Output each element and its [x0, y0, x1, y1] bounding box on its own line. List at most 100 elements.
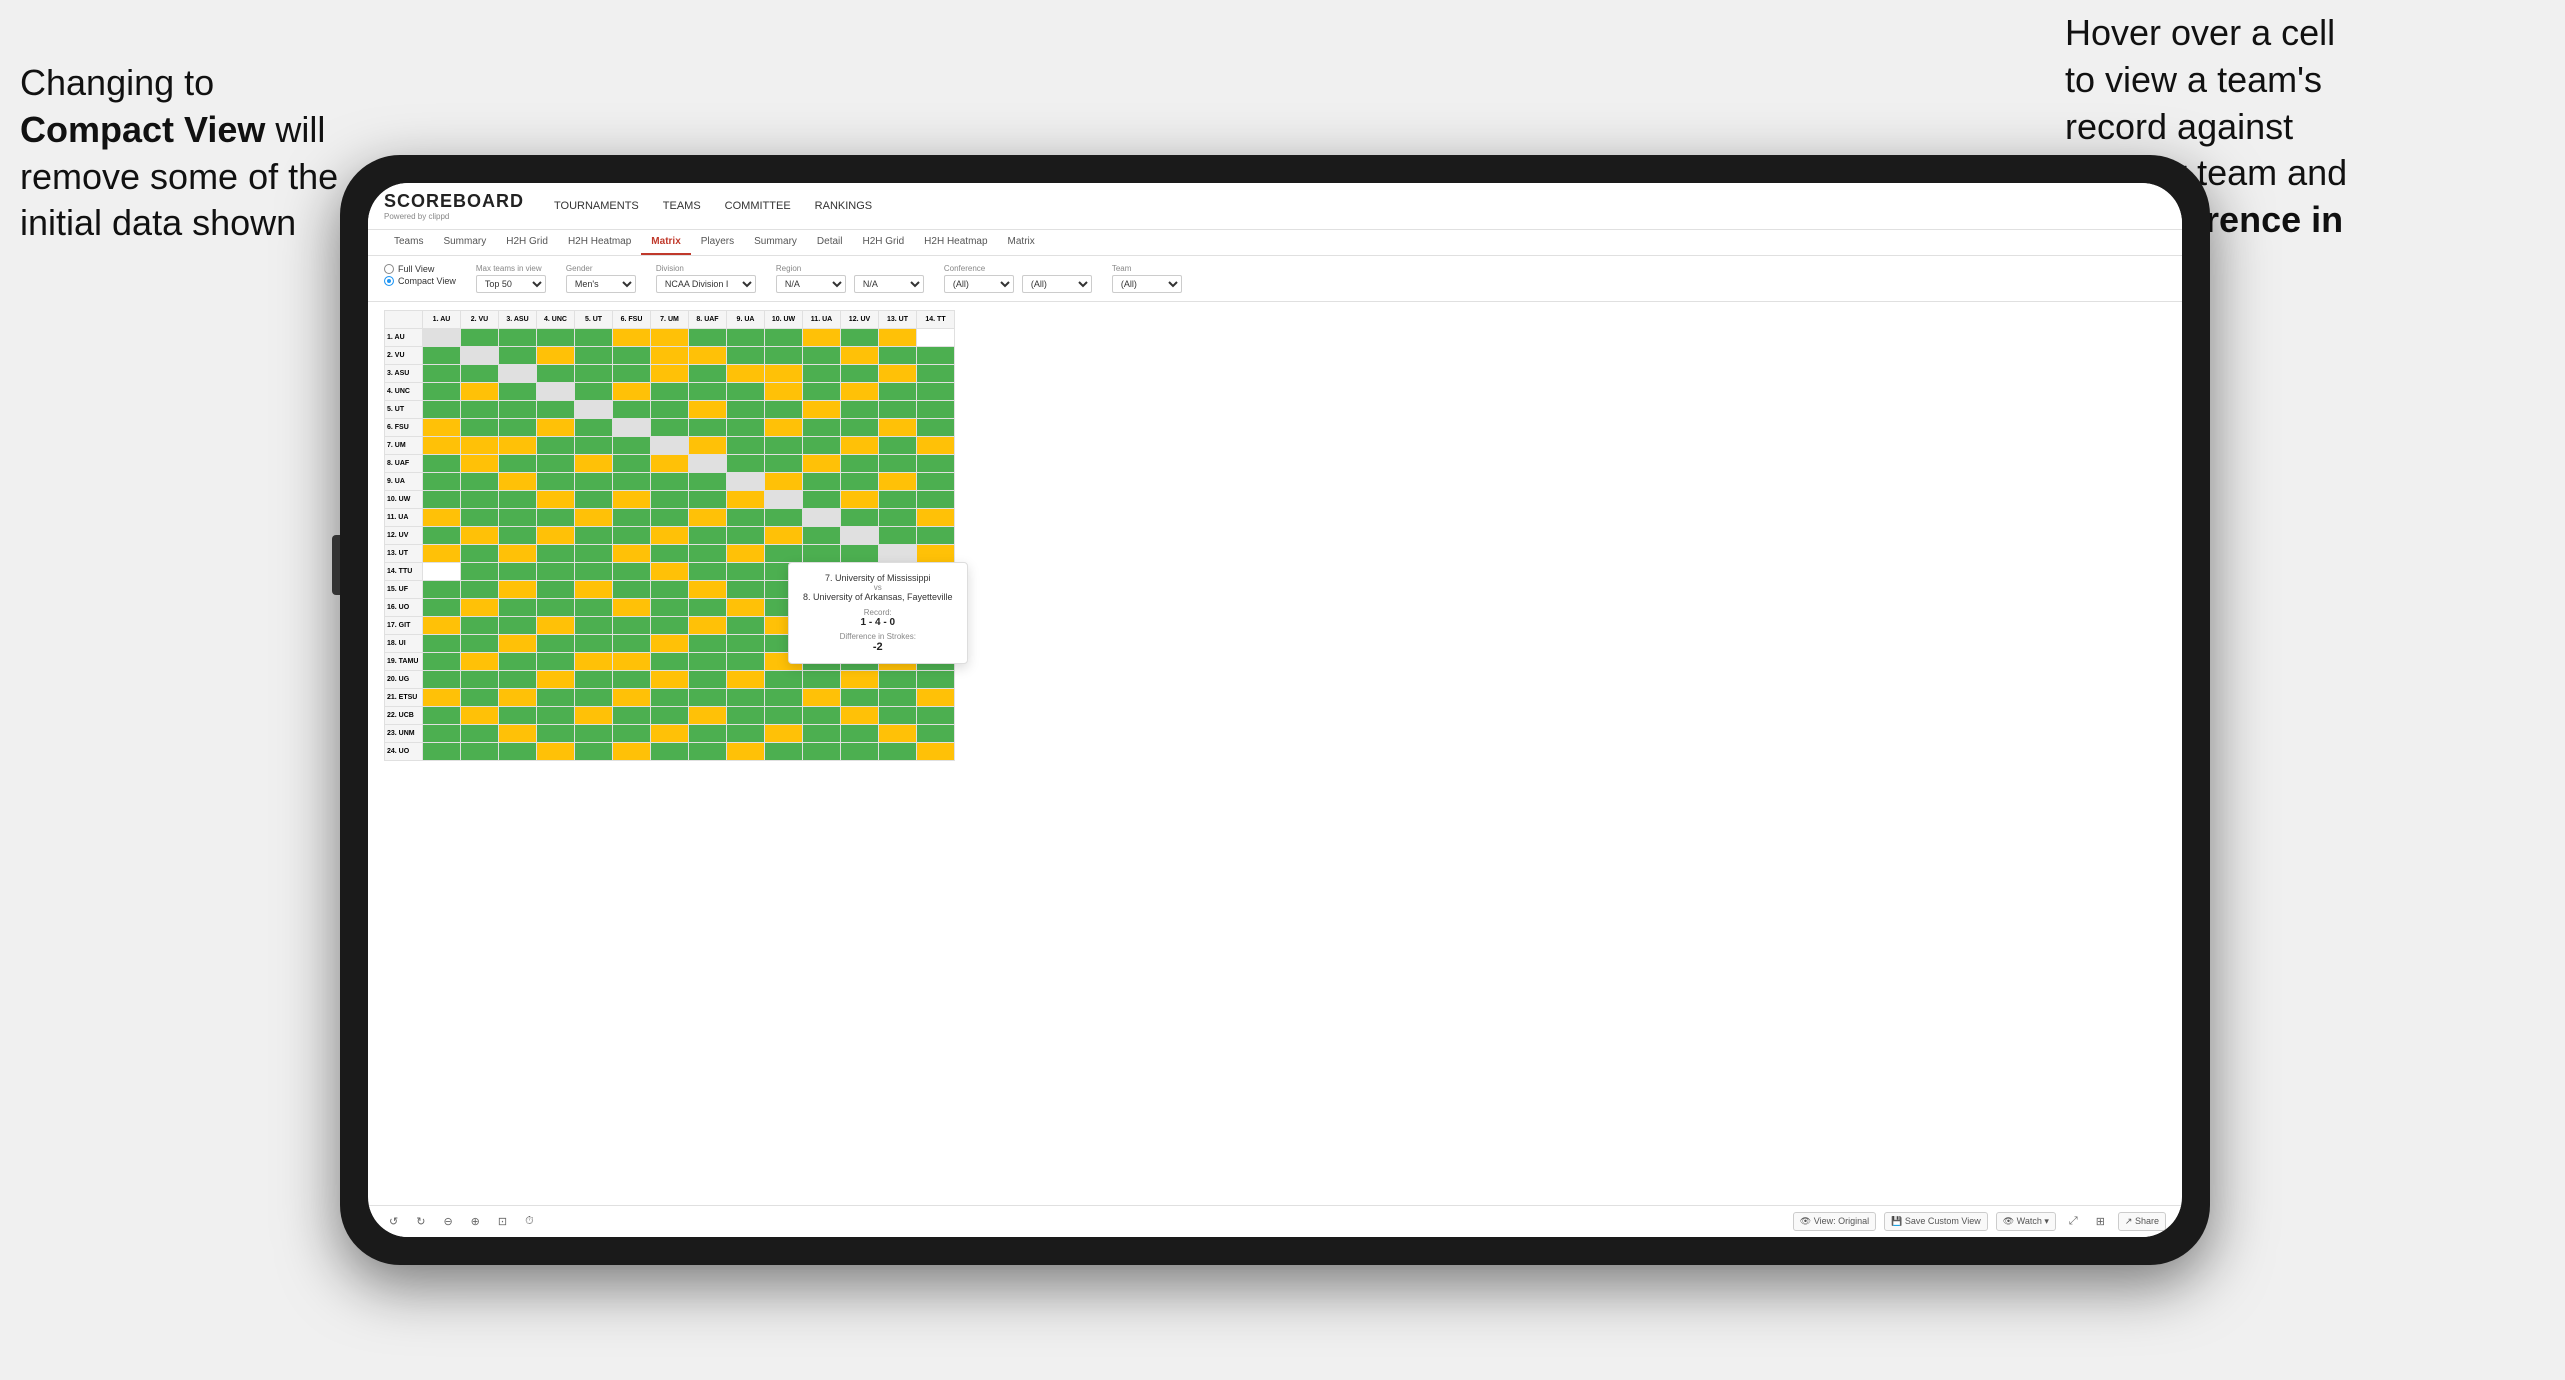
- reset-button[interactable]: ⏱: [520, 1212, 539, 1231]
- matrix-cell[interactable]: [461, 509, 499, 527]
- matrix-cell[interactable]: [727, 347, 765, 365]
- matrix-cell[interactable]: [841, 689, 879, 707]
- matrix-cell[interactable]: [727, 509, 765, 527]
- matrix-cell[interactable]: [499, 635, 537, 653]
- matrix-cell[interactable]: [423, 347, 461, 365]
- matrix-cell[interactable]: [613, 743, 651, 761]
- tab-summary2[interactable]: Summary: [744, 230, 807, 255]
- matrix-cell[interactable]: [575, 743, 613, 761]
- matrix-cell[interactable]: [499, 509, 537, 527]
- table-row[interactable]: 11. UA: [385, 509, 955, 527]
- undo-button[interactable]: ↺: [384, 1212, 403, 1231]
- matrix-cell[interactable]: [765, 365, 803, 383]
- matrix-cell[interactable]: [879, 545, 917, 563]
- matrix-cell[interactable]: [461, 347, 499, 365]
- nav-committee[interactable]: COMMITTEE: [725, 196, 791, 216]
- matrix-cell[interactable]: [765, 455, 803, 473]
- matrix-cell[interactable]: [879, 689, 917, 707]
- matrix-cell[interactable]: [879, 509, 917, 527]
- matrix-cell[interactable]: [461, 401, 499, 419]
- matrix-cell[interactable]: [575, 509, 613, 527]
- matrix-cell[interactable]: [689, 383, 727, 401]
- matrix-cell[interactable]: [651, 563, 689, 581]
- matrix-cell[interactable]: [917, 455, 955, 473]
- table-row[interactable]: 22. UCB: [385, 707, 955, 725]
- matrix-cell[interactable]: [651, 473, 689, 491]
- matrix-cell[interactable]: [727, 437, 765, 455]
- table-row[interactable]: 2. VU: [385, 347, 955, 365]
- matrix-cell[interactable]: [803, 365, 841, 383]
- matrix-cell[interactable]: [765, 545, 803, 563]
- nav-tournaments[interactable]: TOURNAMENTS: [554, 196, 639, 216]
- matrix-cell[interactable]: [613, 527, 651, 545]
- matrix-cell[interactable]: [461, 707, 499, 725]
- radio-full-view[interactable]: Full View: [384, 264, 456, 274]
- matrix-cell[interactable]: [841, 743, 879, 761]
- matrix-cell[interactable]: [689, 581, 727, 599]
- matrix-cell[interactable]: [841, 437, 879, 455]
- matrix-cell[interactable]: [423, 437, 461, 455]
- matrix-cell[interactable]: [651, 437, 689, 455]
- matrix-cell[interactable]: [499, 617, 537, 635]
- matrix-cell[interactable]: [879, 419, 917, 437]
- table-row[interactable]: 8. UAF: [385, 455, 955, 473]
- matrix-cell[interactable]: [917, 437, 955, 455]
- matrix-cell[interactable]: [651, 455, 689, 473]
- matrix-cell[interactable]: [423, 653, 461, 671]
- matrix-cell[interactable]: [651, 545, 689, 563]
- matrix-cell[interactable]: [879, 707, 917, 725]
- matrix-cell[interactable]: [613, 635, 651, 653]
- matrix-cell[interactable]: [917, 671, 955, 689]
- matrix-cell[interactable]: [917, 401, 955, 419]
- matrix-cell[interactable]: [499, 563, 537, 581]
- matrix-cell[interactable]: [499, 347, 537, 365]
- matrix-cell[interactable]: [689, 725, 727, 743]
- table-row[interactable]: 5. UT: [385, 401, 955, 419]
- matrix-cell[interactable]: [917, 527, 955, 545]
- matrix-cell[interactable]: [499, 401, 537, 419]
- matrix-cell[interactable]: [499, 329, 537, 347]
- matrix-cell[interactable]: [879, 347, 917, 365]
- matrix-cell[interactable]: [689, 455, 727, 473]
- matrix-cell[interactable]: [803, 689, 841, 707]
- matrix-cell[interactable]: [727, 635, 765, 653]
- matrix-cell[interactable]: [613, 329, 651, 347]
- table-row[interactable]: 7. UM: [385, 437, 955, 455]
- matrix-cell[interactable]: [651, 599, 689, 617]
- matrix-cell[interactable]: [651, 527, 689, 545]
- save-custom-button[interactable]: 💾 Save Custom View: [1884, 1212, 1988, 1231]
- matrix-cell[interactable]: [727, 707, 765, 725]
- matrix-cell[interactable]: [423, 689, 461, 707]
- matrix-cell[interactable]: [803, 707, 841, 725]
- matrix-cell[interactable]: [765, 509, 803, 527]
- matrix-cell[interactable]: [841, 527, 879, 545]
- matrix-cell[interactable]: [879, 671, 917, 689]
- matrix-cell[interactable]: [461, 473, 499, 491]
- matrix-cell[interactable]: [841, 401, 879, 419]
- matrix-cell[interactable]: [765, 419, 803, 437]
- matrix-cell[interactable]: [879, 455, 917, 473]
- expand-button[interactable]: ⤢: [2064, 1212, 2083, 1231]
- matrix-cell[interactable]: [727, 527, 765, 545]
- matrix-cell[interactable]: [537, 635, 575, 653]
- matrix-cell[interactable]: [613, 581, 651, 599]
- matrix-cell[interactable]: [689, 743, 727, 761]
- filter-division-select[interactable]: NCAA Division I: [656, 275, 756, 293]
- matrix-cell[interactable]: [461, 725, 499, 743]
- matrix-cell[interactable]: [803, 473, 841, 491]
- grid-button[interactable]: ⊞: [2091, 1212, 2110, 1231]
- matrix-cell[interactable]: [689, 617, 727, 635]
- matrix-cell[interactable]: [689, 437, 727, 455]
- matrix-cell[interactable]: [461, 689, 499, 707]
- matrix-cell[interactable]: [423, 527, 461, 545]
- matrix-cell[interactable]: [803, 509, 841, 527]
- table-row[interactable]: 6. FSU: [385, 419, 955, 437]
- zoom-out-button[interactable]: ⊖: [438, 1212, 457, 1231]
- matrix-cell[interactable]: [613, 509, 651, 527]
- matrix-cell[interactable]: [841, 419, 879, 437]
- matrix-cell[interactable]: [879, 365, 917, 383]
- matrix-cell[interactable]: [765, 527, 803, 545]
- matrix-cell[interactable]: [537, 617, 575, 635]
- matrix-cell[interactable]: [841, 329, 879, 347]
- matrix-cell[interactable]: [423, 473, 461, 491]
